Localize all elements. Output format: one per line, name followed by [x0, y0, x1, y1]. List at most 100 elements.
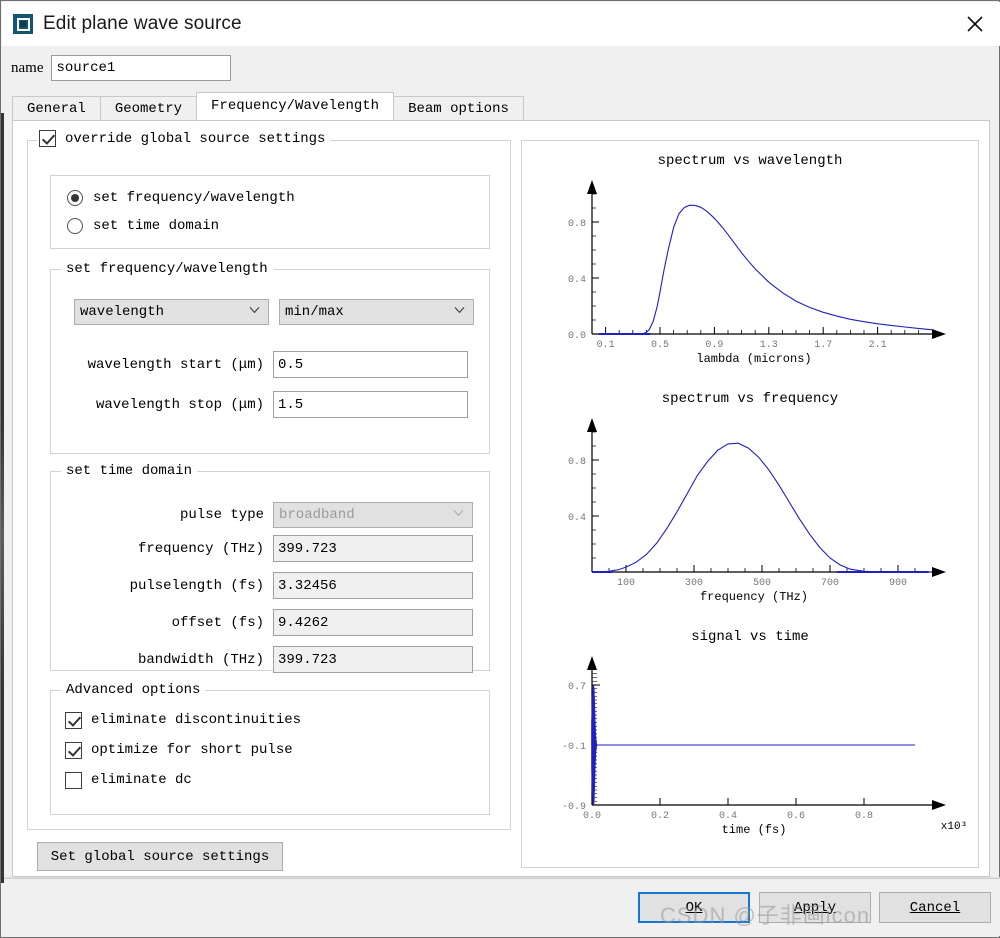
svg-text:900: 900: [889, 578, 907, 589]
quantity-combo[interactable]: wavelength: [74, 299, 269, 325]
cancel-button[interactable]: Cancel: [879, 892, 991, 923]
wavelength-start-label: wavelength start (μm): [87, 356, 264, 373]
override-global-source-settings-group: override global source settings set freq…: [27, 130, 511, 830]
svg-text:0.8: 0.8: [855, 811, 873, 822]
chart-spectrum-vs-wavelength-svg: 0.1 0.5 0.9 1.3 1.7 2.1 0.0 0.4 0.8 lambda (micro…: [568, 180, 946, 366]
chart-signal-vs-time: signal vs time 0.0 0.2 0.4 0.6 0.8 0.7 -0.1 -0.…: [522, 629, 978, 869]
svg-text:0.2: 0.2: [651, 811, 669, 822]
set-time-domain-group-title: set time domain: [61, 463, 198, 479]
svg-text:-0.9: -0.9: [562, 802, 586, 813]
svg-text:time (fs): time (fs): [722, 823, 787, 837]
name-row: name: [11, 55, 232, 81]
wavelength-start-input[interactable]: 0.5: [273, 351, 468, 378]
set-global-source-settings-button[interactable]: Set global source settings: [37, 842, 283, 871]
tab-geometry[interactable]: Geometry: [99, 96, 198, 120]
svg-text:0.4: 0.4: [568, 513, 586, 524]
name-input[interactable]: [51, 55, 232, 81]
svg-text:0.8: 0.8: [568, 219, 586, 230]
dialog-footer: OK Apply Cancel: [2, 877, 1000, 936]
radio-set-frequency-wavelength-label: set frequency/wavelength: [93, 190, 295, 206]
tab-bar: General Geometry Frequency/Wavelength Be…: [12, 92, 990, 120]
pulselength-label: pulselength (fs): [129, 577, 264, 594]
set-frequency-wavelength-group-title: set frequency/wavelength: [61, 261, 273, 277]
svg-text:1.7: 1.7: [814, 340, 832, 351]
set-frequency-wavelength-group: set frequency/wavelength wavelength min/…: [50, 261, 490, 454]
radio-set-time-domain-label: set time domain: [93, 218, 220, 234]
pulse-type-label: pulse type: [179, 506, 264, 523]
checkbox-box-icon: [39, 130, 56, 147]
chart-spectrum-vs-frequency: spectrum vs frequency 100 300 500 700 900 0.4…: [522, 391, 978, 621]
svg-text:x10³: x10³: [941, 821, 967, 833]
edit-plane-wave-source-window: Edit plane wave source name General Geom…: [0, 0, 1000, 938]
advanced-options-group-title: Advanced options: [61, 682, 206, 698]
offset-input[interactable]: 9.4262: [273, 609, 473, 636]
wavelength-stop-input[interactable]: 1.5: [273, 391, 468, 418]
close-icon[interactable]: [950, 2, 1000, 46]
pulse-type-combo-value: broadband: [279, 506, 355, 523]
apply-button[interactable]: Apply: [759, 892, 871, 923]
svg-text:500: 500: [753, 578, 771, 589]
chart-spectrum-vs-wavelength: spectrum vs wavelength 0.1 0.5 0.9 1.3 1.7 2.…: [522, 153, 978, 383]
plots-panel: spectrum vs wavelength 0.1 0.5 0.9 1.3 1.7 2.…: [521, 140, 979, 868]
pulse-type-combo: broadband: [273, 501, 473, 528]
frequency-input[interactable]: 399.723: [273, 535, 473, 562]
chevron-down-icon: [249, 302, 260, 318]
svg-text:0.6: 0.6: [787, 811, 805, 822]
name-label: name: [11, 59, 44, 76]
radio-set-frequency-wavelength[interactable]: set frequency/wavelength: [67, 184, 489, 212]
offset-label: offset (fs): [171, 614, 264, 631]
optimize-for-short-pulse-label: optimize for short pulse: [91, 742, 293, 758]
svg-text:0.4: 0.4: [719, 811, 737, 822]
chart-signal-vs-time-title: signal vs time: [691, 629, 809, 645]
tab-page-frequency-wavelength: override global source settings set freq…: [12, 120, 990, 877]
svg-text:0.9: 0.9: [705, 340, 723, 351]
bandwidth-label: bandwidth (THz): [137, 651, 264, 668]
set-time-domain-group: set time domain pulse type broadband fre…: [50, 463, 490, 673]
svg-text:0.4: 0.4: [568, 275, 586, 286]
tab-beam-options[interactable]: Beam options: [393, 96, 524, 120]
ok-button[interactable]: OK: [638, 892, 750, 923]
eliminate-discontinuities-label: eliminate discontinuities: [91, 712, 302, 728]
checkbox-eliminate-dc[interactable]: eliminate dc: [65, 765, 489, 795]
override-global-source-settings-checkbox[interactable]: override global source settings: [37, 130, 331, 147]
wavelength-stop-label: wavelength stop (μm): [95, 396, 264, 413]
svg-text:0.0: 0.0: [568, 331, 586, 342]
chart-spectrum-vs-frequency-svg: 100 300 500 700 900 0.4 0.8 frequency (THz): [568, 418, 946, 604]
radio-button-icon: [67, 190, 83, 206]
frequency-label: frequency (THz): [137, 540, 264, 557]
checkbox-optimize-for-short-pulse[interactable]: optimize for short pulse: [65, 735, 489, 765]
cancel-button-label: Cancel: [909, 899, 961, 916]
chart-spectrum-vs-frequency-title: spectrum vs frequency: [661, 391, 839, 407]
range-type-combo-value: min/max: [285, 304, 344, 320]
title-bar: Edit plane wave source: [2, 2, 1000, 46]
checkbox-box-icon: [65, 771, 82, 789]
window-title: Edit plane wave source: [43, 13, 242, 34]
pulselength-input[interactable]: 3.32456: [273, 572, 473, 599]
radio-button-icon: [67, 218, 83, 234]
ok-button-label: OK: [685, 899, 703, 916]
tab-general[interactable]: General: [12, 96, 101, 120]
advanced-options-group: Advanced options eliminate discontinuiti…: [50, 682, 490, 815]
svg-text:frequency (THz): frequency (THz): [700, 590, 808, 604]
svg-text:0.8: 0.8: [568, 457, 586, 468]
checkbox-box-icon: [65, 741, 82, 759]
svg-text:lambda (microns): lambda (microns): [696, 352, 811, 366]
svg-text:0.1: 0.1: [597, 340, 615, 351]
radio-set-time-domain[interactable]: set time domain: [67, 212, 489, 240]
footer-divider: [2, 878, 1000, 879]
override-label: override global source settings: [65, 130, 326, 147]
chevron-down-icon: [453, 505, 464, 521]
range-type-combo[interactable]: min/max: [279, 299, 474, 325]
svg-text:700: 700: [821, 578, 839, 589]
window-left-edge: [1, 113, 4, 883]
svg-text:1.3: 1.3: [760, 340, 778, 351]
svg-text:0.7: 0.7: [568, 682, 586, 693]
svg-text:300: 300: [685, 578, 703, 589]
checkbox-box-icon: [65, 711, 82, 729]
chart-signal-vs-time-svg: 0.0 0.2 0.4 0.6 0.80.7-0.1-0.9time (fs) x10³: [562, 656, 967, 837]
tab-frequency-wavelength[interactable]: Frequency/Wavelength: [196, 92, 395, 120]
quantity-combo-value: wavelength: [80, 304, 165, 320]
checkbox-eliminate-discontinuities[interactable]: eliminate discontinuities: [65, 705, 489, 735]
svg-text:0.5: 0.5: [651, 340, 669, 351]
bandwidth-input[interactable]: 399.723: [273, 646, 473, 673]
